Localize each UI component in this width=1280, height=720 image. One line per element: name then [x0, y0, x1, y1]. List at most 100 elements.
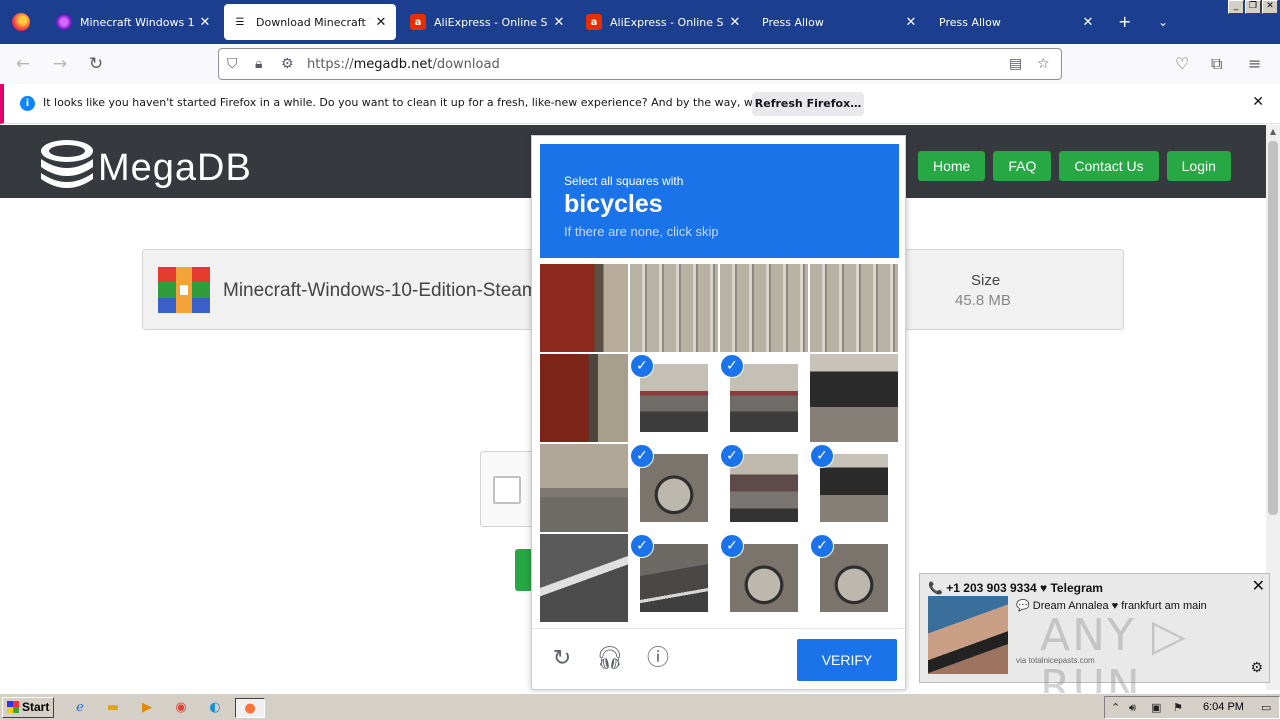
windows-taskbar: Start ℯ ▬ ▶ ◉ ◐ ● ⌃ 🔊︎ ▣ ⚑ 6:04 PM ▭ [0, 693, 1280, 720]
captcha-tile[interactable] [810, 354, 898, 442]
scroll-up-icon[interactable]: ▲ [1266, 125, 1280, 139]
captcha-tile[interactable] [630, 264, 718, 352]
size-label: Size [971, 272, 1001, 289]
captcha-tile-selected[interactable]: ✓ [630, 534, 718, 622]
hamburger-menu-icon[interactable]: ≡ [1248, 54, 1261, 73]
permissions-icon[interactable]: ⚙ [281, 56, 294, 72]
close-icon[interactable]: ✕ [1081, 15, 1095, 30]
megadb-icon: ☰ [235, 16, 245, 28]
windows-logo-icon [7, 701, 19, 713]
captcha-header: Select all squares with bicycles If ther… [540, 144, 899, 258]
captcha-tile[interactable] [540, 264, 628, 352]
forward-icon[interactable]: → [47, 52, 73, 76]
captcha-tile-selected[interactable]: ✓ [720, 534, 808, 622]
show-hidden-icons[interactable]: ⌃ [1111, 701, 1120, 714]
firefox-menu-button[interactable] [0, 0, 42, 44]
minecraft-icon [56, 14, 72, 30]
tab-title: AliExpress - Online Shopp [610, 15, 724, 29]
captcha-tile[interactable] [810, 264, 898, 352]
restore-icon[interactable]: ❐ [1245, 0, 1261, 14]
captcha-tile[interactable] [540, 534, 628, 622]
close-icon[interactable]: ✕ [374, 15, 388, 30]
nav-home-button[interactable]: Home [918, 151, 986, 181]
tab-title: Press Allow [762, 15, 824, 29]
close-icon[interactable]: ✕ [904, 15, 918, 30]
close-icon[interactable]: ✕ [1252, 576, 1265, 595]
tab-aliexpress-2[interactable]: a AliExpress - Online Shopp ✕ [578, 4, 750, 40]
reader-view-icon[interactable]: ▤ [1009, 56, 1022, 72]
new-tab-icon[interactable]: + [1118, 12, 1131, 32]
audio-challenge-icon[interactable]: 🎧︎ [596, 645, 624, 673]
nav-login-button[interactable]: Login [1166, 151, 1231, 181]
close-icon[interactable]: ✕ [198, 15, 212, 30]
url-bar[interactable]: ⛉ 🔒︎ ⚙ https://megadb.net/download ▤ ☆ [218, 48, 1062, 80]
nav-faq-button[interactable]: FAQ [993, 151, 1052, 181]
captcha-target: bicycles [564, 190, 663, 218]
recaptcha-checkbox[interactable] [493, 476, 521, 504]
verify-button[interactable]: VERIFY [797, 639, 897, 681]
ad-title: 📞 +1 203 903 9334 ♥ Telegram [928, 581, 1103, 595]
captcha-tile-selected[interactable]: ✓ [720, 444, 808, 532]
check-icon: ✓ [720, 354, 744, 378]
volume-icon[interactable]: 🔊︎ [1129, 701, 1136, 715]
url-host: megadb.net [353, 57, 433, 72]
tab-title: AliExpress - Online Shopp [434, 15, 548, 29]
ad-thumbnail[interactable] [928, 596, 1008, 674]
minimize-icon[interactable]: _ [1228, 0, 1244, 14]
edge-icon[interactable]: ◐ [205, 698, 225, 718]
captcha-challenge: Select all squares with bicycles If ther… [531, 135, 906, 690]
captcha-tile[interactable] [720, 264, 808, 352]
chrome-icon[interactable]: ◉ [171, 698, 191, 718]
tab-aliexpress-1[interactable]: a AliExpress - Online Shopp ✕ [402, 4, 574, 40]
network-icon[interactable]: ▣ [1151, 701, 1161, 714]
scroll-thumb[interactable] [1268, 141, 1278, 515]
tab-minecraft[interactable]: Minecraft Windows 10 Ed ✕ [48, 4, 220, 40]
close-icon[interactable]: ✕ [728, 15, 742, 30]
close-icon[interactable]: ✕ [552, 15, 566, 30]
check-icon: ✓ [630, 354, 654, 378]
captcha-footer: ↻ 🎧︎ ⓘ VERIFY [532, 628, 905, 689]
url-text[interactable]: https://megadb.net/download [307, 57, 500, 72]
megadb-logo-icon[interactable] [38, 137, 96, 193]
close-window-icon[interactable]: ✕ [1262, 0, 1278, 14]
reload-icon[interactable]: ↻ [83, 52, 109, 76]
list-tabs-icon[interactable]: ⌄ [1158, 12, 1168, 32]
start-label: Start [22, 700, 50, 714]
tab-download-minecraft[interactable]: ☰ Download Minecraft Win ✕ [224, 4, 396, 40]
back-icon[interactable]: ← [10, 52, 36, 76]
size-value: 45.8 MB [955, 292, 1011, 309]
tab-press-allow-1[interactable]: Press Allow ✕ [754, 4, 926, 40]
extensions-icon[interactable]: ⧉ [1211, 54, 1222, 74]
nav-contact-button[interactable]: Contact Us [1059, 151, 1159, 181]
media-player-icon[interactable]: ▶ [137, 698, 157, 718]
tab-press-allow-2[interactable]: Press Allow ✕ [931, 4, 1103, 40]
close-icon[interactable]: ✕ [1252, 94, 1264, 110]
captcha-tile-selected[interactable]: ✓ [630, 444, 718, 532]
start-button[interactable]: Start [2, 697, 54, 718]
info-icon[interactable]: ⓘ [644, 645, 672, 673]
site-nav: Home FAQ Contact Us Login [918, 151, 1231, 181]
captcha-tile-selected[interactable]: ✓ [810, 534, 898, 622]
captcha-tile-selected[interactable]: ✓ [720, 354, 808, 442]
clock[interactable]: 6:04 PM [1203, 701, 1244, 713]
refresh-firefox-button[interactable]: Refresh Firefox… [752, 92, 864, 116]
internet-explorer-icon[interactable]: ℯ [70, 698, 90, 718]
aliexpress-icon: a [410, 14, 426, 30]
captcha-tile[interactable] [540, 444, 628, 532]
reload-challenge-icon[interactable]: ↻ [548, 645, 576, 673]
lock-icon[interactable]: 🔒︎ [255, 56, 262, 72]
captcha-tile-selected[interactable]: ✓ [630, 354, 718, 442]
firefox-icon [12, 13, 30, 31]
captcha-tile-selected[interactable]: ✓ [810, 444, 898, 532]
show-desktop-icon[interactable]: ▭ [1261, 701, 1271, 714]
tab-title: Download Minecraft Win [256, 15, 370, 29]
captcha-tile[interactable] [540, 354, 628, 442]
folder-icon[interactable]: ▬ [103, 698, 123, 718]
shield-icon[interactable]: ⛉ [227, 56, 238, 72]
bookmark-star-icon[interactable]: ☆ [1037, 56, 1050, 72]
site-logo-text[interactable]: MegaDB [98, 147, 252, 190]
firefox-taskbar-icon[interactable]: ● [235, 698, 265, 718]
notification-text: It looks like you haven't started Firefo… [43, 96, 827, 109]
pocket-icon[interactable]: ♡ [1175, 54, 1189, 73]
flag-icon[interactable]: ⚑ [1173, 701, 1183, 714]
